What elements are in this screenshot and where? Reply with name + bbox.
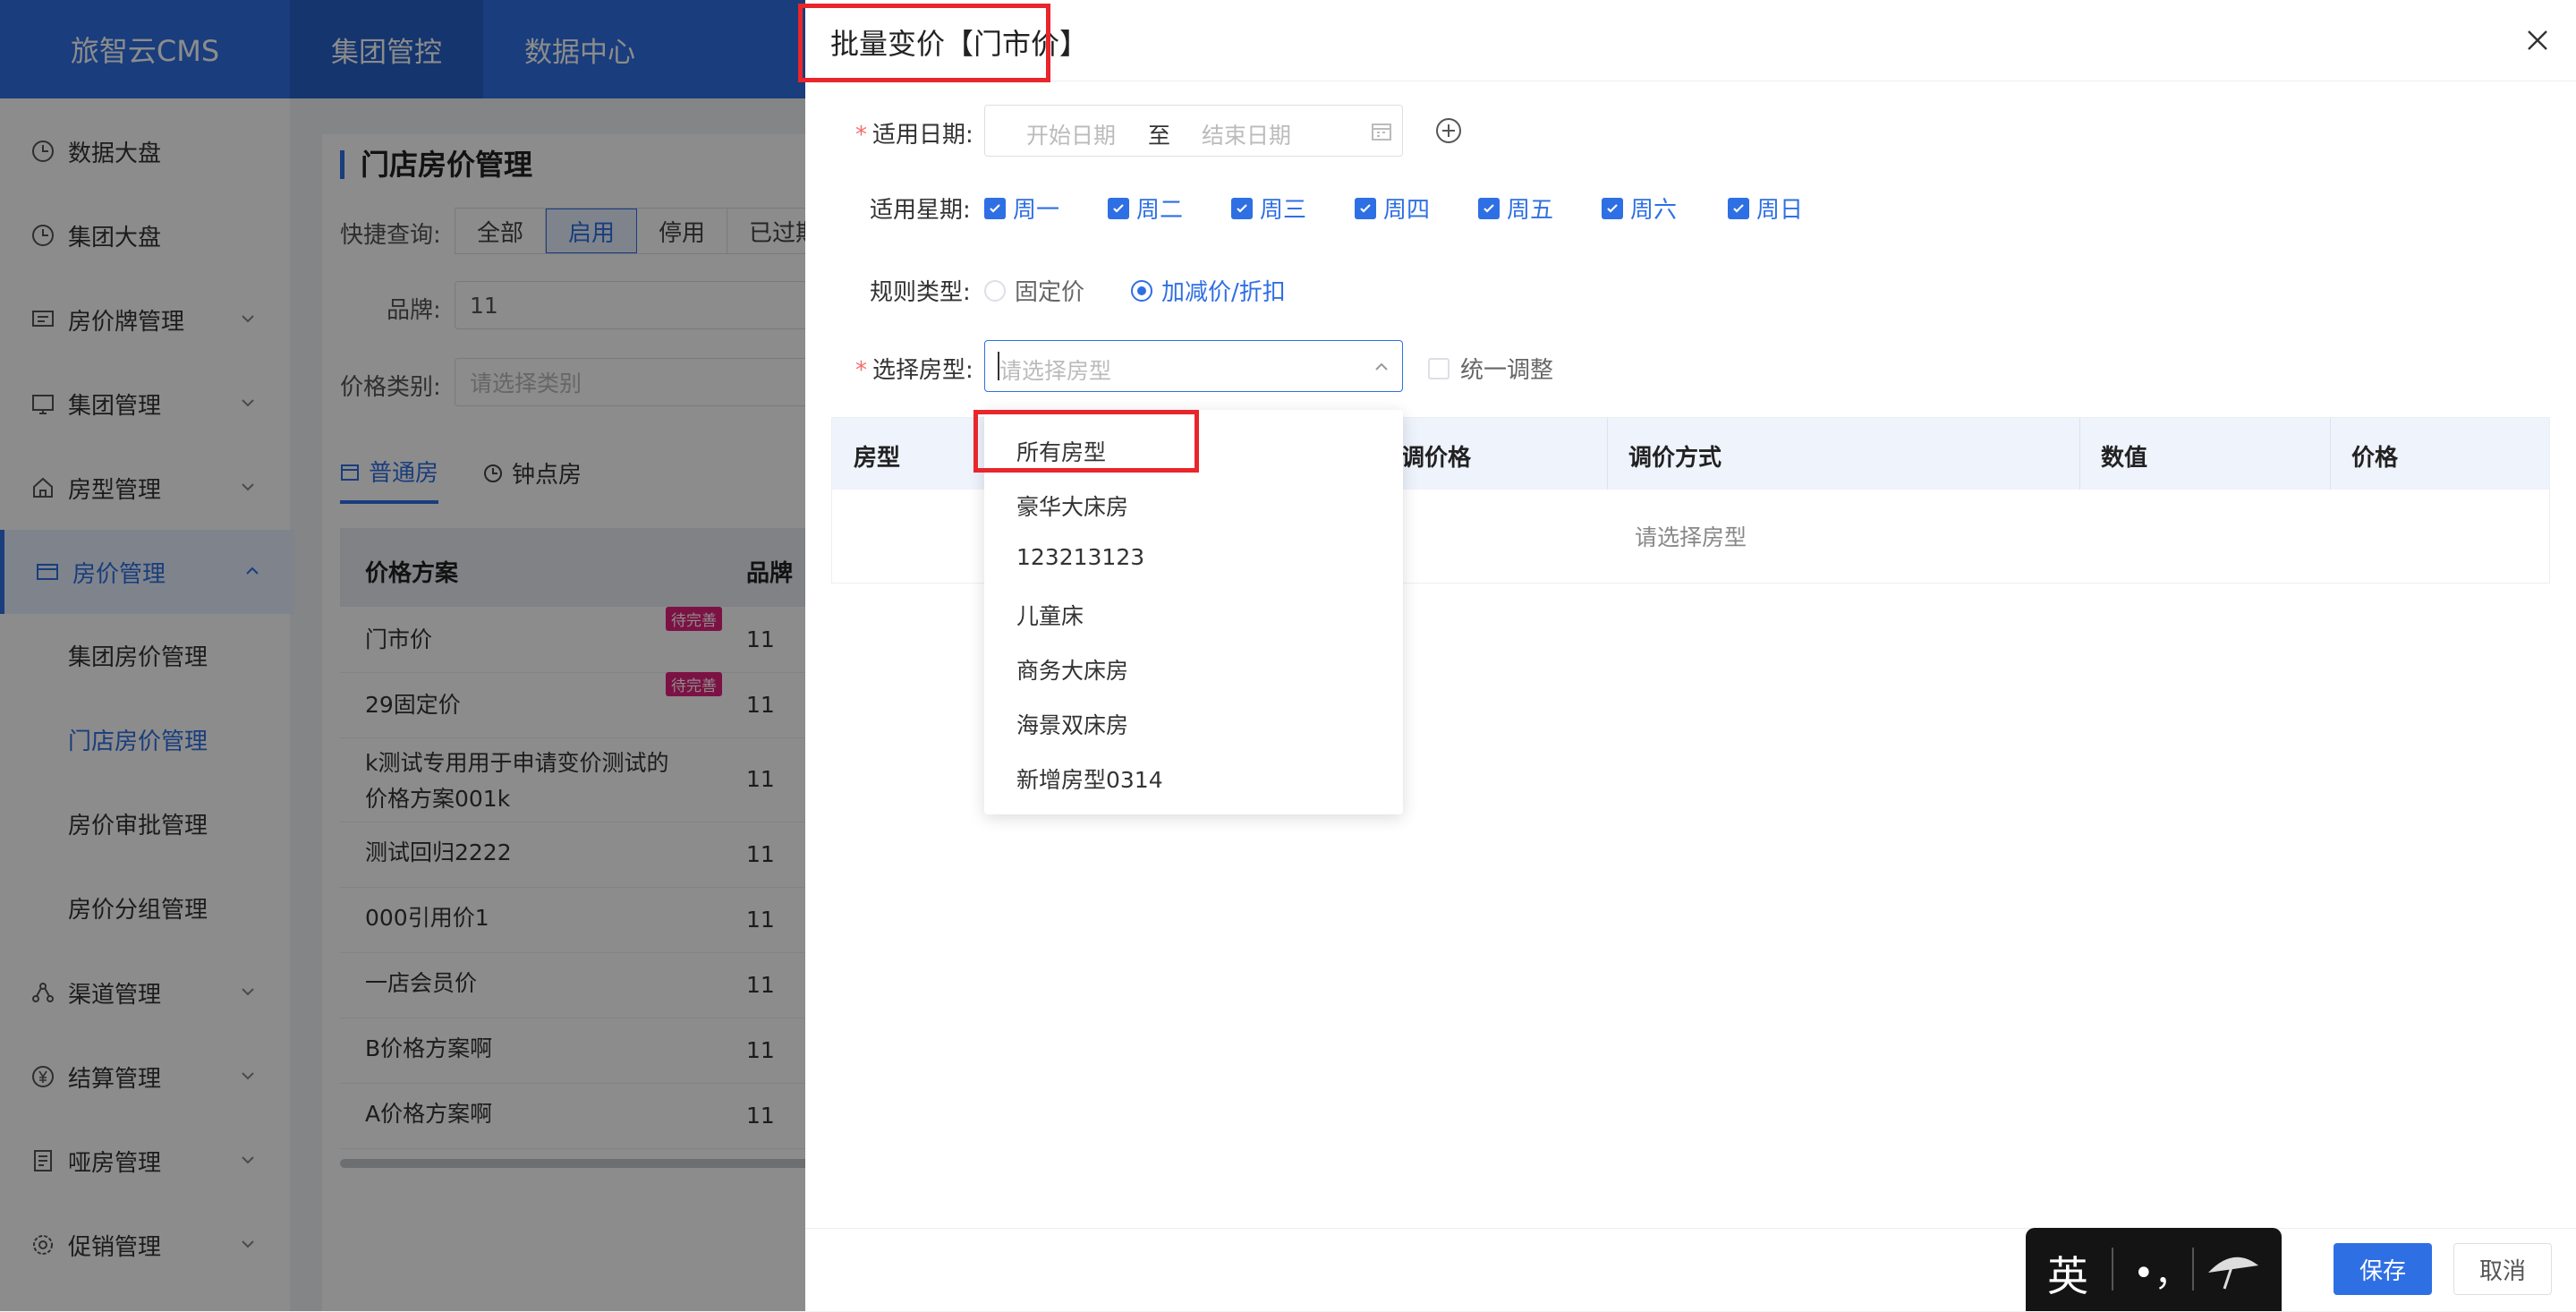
date-label: * 适用日期: bbox=[855, 122, 973, 149]
ime-divider bbox=[2112, 1248, 2113, 1291]
weekday-checkbox-tue[interactable]: 周二 bbox=[1108, 192, 1183, 225]
batch-price-drawer: 批量变价【门市价】 * 适用日期: 开始日期 至 结束日期 适用星期: 周一 周二… bbox=[798, 0, 2576, 1312]
drawer-footer: 保存 取消 bbox=[805, 1228, 2576, 1312]
dropdown-option[interactable]: 商务大床房 bbox=[1016, 653, 1128, 686]
roomtype-placeholder: 请选择房型 bbox=[999, 358, 1112, 384]
ime-mode-toggle[interactable]: 英 bbox=[2047, 1244, 2088, 1303]
radio-checked-icon bbox=[1131, 279, 1152, 302]
umbrella-icon[interactable] bbox=[2205, 1246, 2262, 1292]
highlight-box-option bbox=[973, 410, 1199, 473]
drawer-header: 批量变价【门市价】 bbox=[798, 0, 2576, 82]
checkbox-checked-icon bbox=[1602, 197, 1623, 219]
column-divider bbox=[1607, 418, 1608, 490]
weekday-checkbox-sat[interactable]: 周六 bbox=[1602, 192, 1677, 225]
checkbox-checked-icon bbox=[1108, 197, 1129, 219]
text-caret bbox=[998, 352, 999, 380]
calendar-icon bbox=[1372, 124, 1391, 141]
highlight-box-title bbox=[798, 4, 1050, 82]
weekday-checkbox-thu[interactable]: 周四 bbox=[1355, 192, 1430, 225]
rule-radio-adjust[interactable]: 加减价/折扣 bbox=[1131, 274, 1286, 307]
dropdown-option[interactable]: 123213123 bbox=[1016, 544, 1144, 570]
rule-radio-fixed[interactable]: 固定价 bbox=[984, 274, 1084, 307]
column-divider bbox=[2330, 418, 2331, 490]
weekday-checkbox-fri[interactable]: 周五 bbox=[1478, 192, 1553, 225]
column-divider bbox=[2079, 418, 2080, 490]
weekday-label: 适用星期: bbox=[870, 197, 971, 224]
column-header-price: 价格 bbox=[2351, 445, 2399, 472]
dropdown-option[interactable]: 海景双床房 bbox=[1016, 708, 1128, 740]
roomtype-select[interactable]: 请选择房型 bbox=[984, 340, 1403, 392]
chevron-up-icon bbox=[1375, 362, 1388, 371]
date-range-picker[interactable]: 开始日期 至 结束日期 bbox=[984, 105, 1403, 157]
dropdown-option[interactable]: 豪华大床房 bbox=[1016, 490, 1128, 522]
rule-type-label: 规则类型: bbox=[870, 279, 971, 306]
radio-unchecked-icon bbox=[984, 279, 1006, 302]
checkbox-checked-icon bbox=[1355, 197, 1376, 219]
checkbox-checked-icon bbox=[1728, 197, 1749, 219]
checkbox-unchecked-icon bbox=[1428, 357, 1450, 379]
column-header-value: 数值 bbox=[2101, 445, 2148, 472]
weekday-checkbox-wed[interactable]: 周三 bbox=[1231, 192, 1306, 225]
ime-toolbar[interactable]: 英 •， bbox=[2026, 1228, 2282, 1311]
weekday-checkbox-mon[interactable]: 周一 bbox=[984, 192, 1059, 225]
end-date-input[interactable]: 结束日期 bbox=[1202, 118, 1291, 150]
weekday-checkbox-sun[interactable]: 周日 bbox=[1728, 192, 1803, 225]
add-circle-icon[interactable] bbox=[1434, 116, 1463, 145]
checkbox-checked-icon bbox=[984, 197, 1006, 219]
cancel-button[interactable]: 取消 bbox=[2453, 1243, 2552, 1295]
unify-adjust-checkbox[interactable]: 统一调整 bbox=[1428, 352, 1553, 385]
column-header-adjust-price: 调价格 bbox=[1401, 445, 1472, 472]
roomtype-label: * 选择房型: bbox=[855, 357, 973, 384]
roomtype-dropdown: 所有房型 豪华大床房 123213123 儿童床 商务大床房 海景双床房 新增房… bbox=[973, 410, 1403, 814]
column-header-roomtype: 房型 bbox=[854, 445, 901, 472]
save-button[interactable]: 保存 bbox=[2334, 1243, 2432, 1295]
checkbox-checked-icon bbox=[1231, 197, 1253, 219]
dropdown-option[interactable]: 新增房型0314 bbox=[1016, 762, 1163, 795]
start-date-input[interactable]: 开始日期 bbox=[1026, 118, 1116, 150]
close-icon[interactable] bbox=[2522, 25, 2553, 55]
date-separator: 至 bbox=[1148, 123, 1171, 149]
ime-punctuation-toggle[interactable]: •， bbox=[2133, 1244, 2190, 1296]
ime-divider bbox=[2192, 1248, 2194, 1291]
column-header-adjust-method: 调价方式 bbox=[1628, 445, 1722, 472]
dropdown-option[interactable]: 儿童床 bbox=[1016, 599, 1084, 631]
checkbox-checked-icon bbox=[1478, 197, 1500, 219]
